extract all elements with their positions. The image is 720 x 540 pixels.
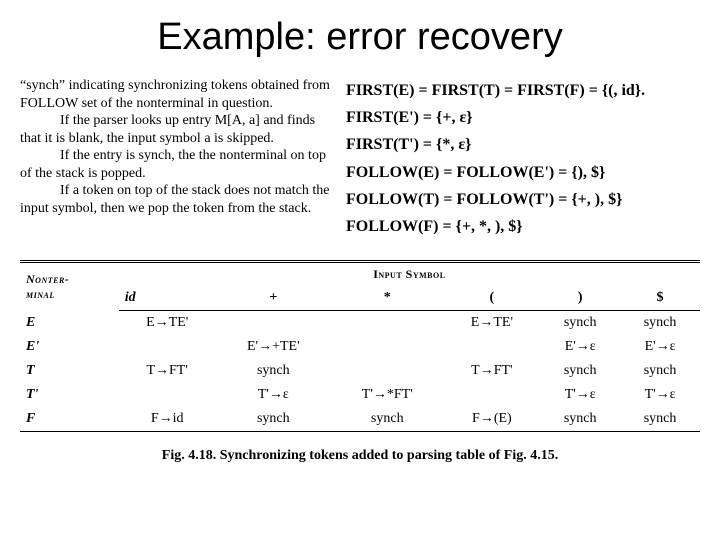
para-4-text: If a token on top of the stack does not … (20, 183, 329, 216)
follow-line-2: FOLLOW(T) = FOLLOW(T') = {+, ), $} (346, 186, 700, 213)
cell: synch (216, 407, 331, 432)
para-3-text: If the entry is synch, the the nontermin… (20, 148, 326, 181)
cell: F→(E) (443, 407, 540, 432)
cell (331, 359, 443, 383)
col-id: id (119, 286, 216, 311)
table-row: E' E'→+TE' E'→ε E'→ε (20, 335, 700, 359)
nt-Tprime: T' (20, 383, 119, 407)
table-row: T' T'→ε T'→*FT' T'→ε T'→ε (20, 383, 700, 407)
cell: T'→ε (540, 383, 620, 407)
cell (331, 335, 443, 359)
first-line-1: FIRST(E) = FIRST(T) = FIRST(F) = {(, id}… (346, 77, 700, 104)
cell: synch (540, 359, 620, 383)
col-plus: + (216, 286, 331, 311)
col-rparen: ) (540, 286, 620, 311)
first-line-2: FIRST(E') = {+, ε} (346, 104, 700, 131)
nt-Eprime: E' (20, 335, 119, 359)
cell: synch (540, 407, 620, 432)
cell: E→TE' (443, 311, 540, 336)
top-section: “synch” indicating synchronizing tokens … (20, 77, 700, 240)
slide-title: Example: error recovery (20, 16, 700, 59)
col-dollar: $ (620, 286, 700, 311)
cell: E'→+TE' (216, 335, 331, 359)
cell: synch (331, 407, 443, 432)
follow-line-1: FOLLOW(E) = FOLLOW(E') = {), $} (346, 159, 700, 186)
hdr-nonterminal: Nonter-minal (20, 262, 119, 311)
explanation-paragraphs: “synch” indicating synchronizing tokens … (20, 77, 330, 217)
cell: F→id (119, 407, 216, 432)
cell (216, 311, 331, 336)
cell: synch (216, 359, 331, 383)
para-3: If the entry is synch, the the nontermin… (20, 147, 330, 182)
para-2: If the parser looks up entry M[A, a] and… (20, 112, 330, 147)
table-subheader-row: id + * ( ) $ (20, 286, 700, 311)
table-row: E E→TE' E→TE' synch synch (20, 311, 700, 336)
para-2-text: If the parser looks up entry M[A, a] and… (20, 113, 315, 146)
cell: T'→*FT' (331, 383, 443, 407)
cell: T'→ε (620, 383, 700, 407)
cell (119, 335, 216, 359)
follow-line-3: FOLLOW(F) = {+, *, ), $} (346, 213, 700, 240)
cell (443, 335, 540, 359)
cell (331, 311, 443, 336)
cell: T'→ε (216, 383, 331, 407)
cell: synch (620, 359, 700, 383)
cell: synch (620, 311, 700, 336)
nt-T: T (20, 359, 119, 383)
cell (119, 383, 216, 407)
cell: synch (540, 311, 620, 336)
cell: E'→ε (620, 335, 700, 359)
figure-caption: Fig. 4.18. Synchronizing tokens added to… (20, 448, 700, 464)
parsing-table: Nonter-minal Input Symbol id + * ( ) $ E… (20, 260, 700, 464)
cell: E'→ε (540, 335, 620, 359)
col-lparen: ( (443, 286, 540, 311)
cell: E→TE' (119, 311, 216, 336)
nt-E: E (20, 311, 119, 336)
para-4: If a token on top of the stack does not … (20, 182, 330, 217)
caption-text: Fig. 4.18. Synchronizing tokens added to… (162, 448, 558, 463)
cell: T→FT' (443, 359, 540, 383)
table-row: F F→id synch synch F→(E) synch synch (20, 407, 700, 432)
first-follow-sets: FIRST(E) = FIRST(T) = FIRST(F) = {(, id}… (346, 77, 700, 240)
cell (443, 383, 540, 407)
para-1: “synch” indicating synchronizing tokens … (20, 77, 330, 112)
cell: T→FT' (119, 359, 216, 383)
cell: synch (620, 407, 700, 432)
hdr-input-symbol: Input Symbol (119, 262, 700, 287)
col-star: * (331, 286, 443, 311)
table-row: T T→FT' synch T→FT' synch synch (20, 359, 700, 383)
nt-F: F (20, 407, 119, 432)
table-header-row: Nonter-minal Input Symbol (20, 262, 700, 287)
first-line-3: FIRST(T') = {*, ε} (346, 131, 700, 158)
